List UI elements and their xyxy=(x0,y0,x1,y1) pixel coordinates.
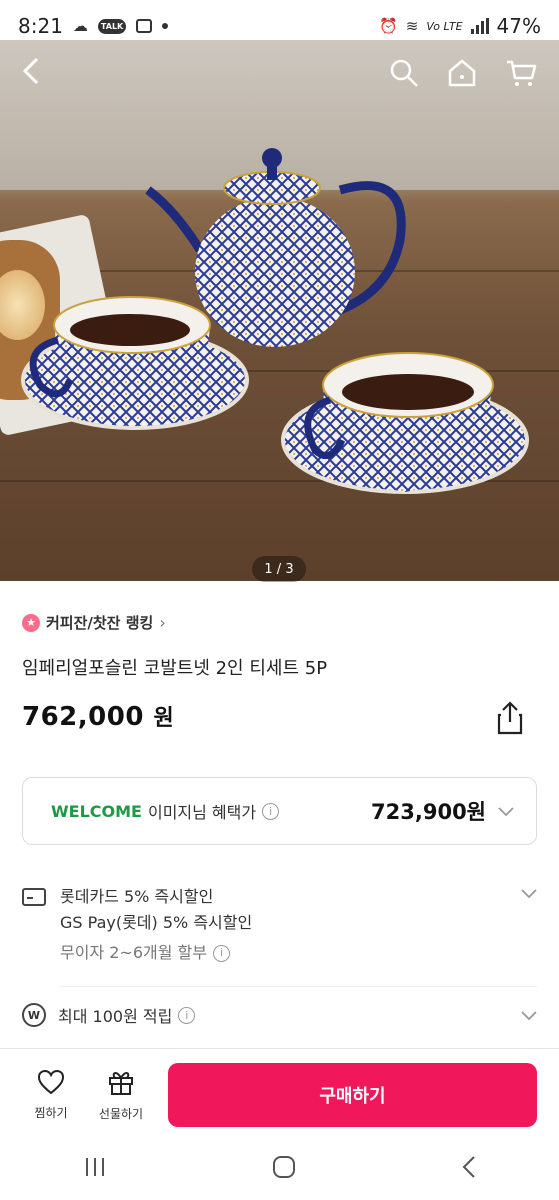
battery-percent: 47% xyxy=(496,14,541,38)
gift-label: 선물하기 xyxy=(98,1106,144,1121)
message-icon xyxy=(136,19,153,33)
heart-icon xyxy=(37,1069,65,1098)
benefit-line-installment: 무이자 2~6개월 할부 xyxy=(60,943,207,962)
welcome-text: 이미지님 혜택가 xyxy=(147,803,257,822)
credit-card-icon xyxy=(22,888,46,906)
signal-icon xyxy=(470,18,489,34)
talk-icon: TALK xyxy=(97,18,127,34)
bottom-action-bar: 찜하기 선물하기 구매하기 xyxy=(0,1048,559,1140)
price-unit: 원 xyxy=(153,706,175,731)
chevron-down-icon xyxy=(521,884,537,966)
weather-icon: ☁ xyxy=(72,17,88,35)
ranking-link[interactable]: ★ 커피잔/찻잔 랭킹 › xyxy=(22,612,166,633)
chevron-down-icon xyxy=(521,1006,537,1025)
info-icon[interactable]: i xyxy=(262,802,280,820)
teaset-illustration xyxy=(21,148,529,494)
share-icon[interactable] xyxy=(495,700,525,736)
volte-icon: Vo LTE xyxy=(426,19,463,33)
price-value: 762,000 xyxy=(22,702,144,732)
welcome-tag: WELCOME xyxy=(51,801,142,821)
wish-label: 찜하기 xyxy=(34,1105,68,1120)
top-nav xyxy=(0,40,559,110)
wish-button[interactable]: 찜하기 xyxy=(22,1069,80,1121)
product-title: 임페리얼포슬린 코발트넷 2인 티세트 5P xyxy=(22,658,328,679)
notification-dot-icon xyxy=(162,23,169,29)
recent-apps-icon[interactable] xyxy=(83,1156,107,1184)
image-counter: 1 / 3 xyxy=(252,556,306,582)
welcome-benefit-box[interactable]: WELCOME 이미지님 혜택가 i 723,900원 xyxy=(22,777,537,845)
buy-button[interactable]: 구매하기 xyxy=(168,1062,537,1127)
cart-icon[interactable] xyxy=(505,58,537,92)
chevron-right-icon: › xyxy=(159,613,166,632)
gift-button[interactable]: 선물하기 xyxy=(92,1068,150,1122)
won-points-icon: W xyxy=(22,1003,46,1027)
benefit-line-lotte: 롯데카드 5% 즉시할인 xyxy=(60,887,214,906)
benefit-line-gspay: GS Pay(롯데) 5% 즉시할인 xyxy=(60,913,253,932)
alarm-icon: ⏰ xyxy=(379,17,398,35)
status-time: 8:21 xyxy=(18,14,63,38)
points-benefit[interactable]: W 최대 100원 적립 i xyxy=(22,1003,537,1027)
wifi-icon: ≋ xyxy=(405,17,419,35)
divider xyxy=(60,986,537,987)
info-icon[interactable]: i xyxy=(212,944,230,962)
chevron-down-icon xyxy=(498,802,514,821)
gift-icon xyxy=(107,1068,135,1099)
welcome-price: 723,900원 xyxy=(371,800,486,824)
card-benefits[interactable]: 롯데카드 5% 즉시할인 GS Pay(롯데) 5% 즉시할인 무이자 2~6개… xyxy=(22,884,537,966)
info-icon[interactable]: i xyxy=(178,1006,196,1024)
product-image[interactable] xyxy=(0,40,559,581)
search-icon[interactable] xyxy=(389,58,419,92)
back-icon[interactable] xyxy=(22,57,40,93)
points-text: 최대 100원 적립 xyxy=(58,1007,173,1026)
medal-icon: ★ xyxy=(22,613,40,632)
product-price: 762,000 원 xyxy=(22,700,174,732)
back-nav-icon[interactable] xyxy=(461,1155,477,1185)
ranking-label: 커피잔/찻잔 랭킹 xyxy=(46,614,154,632)
home-icon[interactable] xyxy=(447,58,477,92)
home-button-icon[interactable] xyxy=(272,1155,296,1185)
system-nav-bar xyxy=(0,1140,559,1200)
